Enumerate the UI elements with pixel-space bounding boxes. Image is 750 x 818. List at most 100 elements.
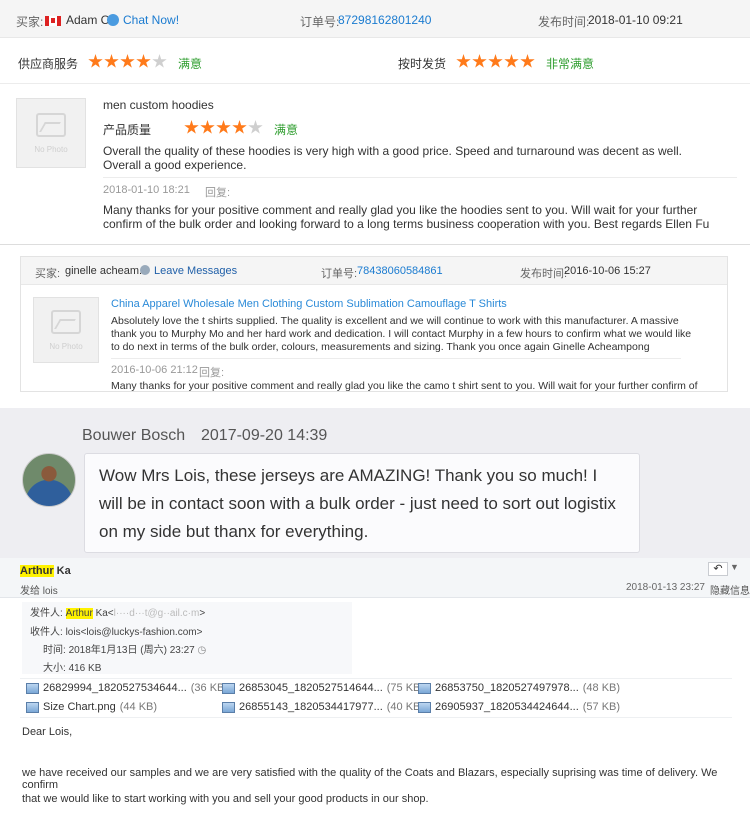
chat-now-link[interactable]: Chat Now! [123, 13, 179, 27]
image-placeholder-icon [36, 112, 66, 137]
review-comment: Overall the quality of these hoodies is … [103, 144, 683, 172]
star-icon [472, 54, 487, 68]
publish-time-label: 发布时间: [520, 268, 568, 280]
from-name: Ka< [92, 608, 114, 619]
quality-rating-stars [184, 120, 264, 135]
quality-rating-text: 满意 [274, 123, 299, 137]
image-file-icon [26, 682, 39, 694]
attachment-item[interactable]: 26853750_1820527497978... (48 KB) [418, 682, 620, 694]
message-bubble: Wow Mrs Lois, these jerseys are AMAZING!… [84, 453, 640, 553]
shipping-rating-text: 非常满意 [546, 57, 595, 71]
image-file-icon [418, 682, 431, 694]
review-comment: Absolutely love the t shirts supplied. T… [111, 315, 692, 353]
attachment-name: 26855143_1820534417977... [239, 701, 383, 713]
message-time: 2017-09-20 14:39 [201, 427, 328, 444]
message-icon[interactable] [140, 265, 150, 275]
image-file-icon [222, 701, 235, 713]
leave-messages-link[interactable]: Leave Messages [154, 265, 237, 277]
attachment-item[interactable]: Size Chart.png (44 KB) [26, 701, 157, 713]
image-file-icon [222, 682, 235, 694]
star-icon [488, 54, 503, 68]
attachment-item[interactable]: 26853045_1820527514644... (75 KB) [222, 682, 424, 694]
buyer-label: 买家: [35, 268, 61, 280]
product-thumbnail[interactable]: No Photo [16, 98, 86, 168]
order-number-link[interactable]: 87298162801240 [338, 13, 431, 27]
canada-flag-icon [45, 16, 61, 26]
order-label: 订单号: [321, 268, 358, 280]
time-field: 时间: 2018年1月13日 (周六) 23:27 ◷ [43, 641, 206, 656]
attachment-name: 26905937_1820534424644... [435, 701, 579, 713]
from-email: l····d···t@g··ail.c·m [113, 608, 200, 619]
hide-info-link[interactable]: 隐藏信息 [710, 582, 750, 597]
product-thumbnail[interactable]: No Photo [33, 297, 99, 363]
dropdown-arrow-icon[interactable]: ▼ [730, 562, 739, 572]
supplier-service-label: 供应商服务 [18, 57, 79, 71]
attachment-name: Size Chart.png [43, 701, 116, 713]
reply-text: Many thanks for your positive comment an… [103, 203, 710, 231]
size-label: 大小: [43, 663, 66, 674]
clock-icon: ◷ [197, 645, 207, 656]
sender-highlight: Arthur [20, 565, 54, 577]
publish-time: 2018-01-10 09:21 [588, 13, 683, 27]
to-value: lois<lois@luckys-fashion.com> [65, 627, 203, 638]
star-icon [200, 120, 215, 134]
order-label: 订单号: [300, 15, 340, 29]
product-name: men custom hoodies [103, 98, 214, 112]
attachment-size: (57 KB) [582, 701, 621, 713]
from-highlight: Arthur [65, 608, 93, 619]
reply-time: 2018-01-10 18:21 [103, 184, 190, 196]
shipping-label: 按时发货 [398, 57, 447, 71]
attachment-name: 26853045_1820527514644... [239, 682, 383, 694]
sender-name: Bouwer Bosch [82, 427, 186, 444]
image-file-icon [26, 701, 39, 713]
from-field: 发件人: Arthur Ka<l····d···t@g··ail.c·m> [30, 604, 205, 619]
from-label: 发件人: [30, 608, 63, 619]
email-body-line-2: that we would like to start working with… [22, 793, 429, 805]
size-field: 大小: 416 KB [43, 659, 101, 674]
time-label: 时间: [43, 645, 66, 656]
star-icon [216, 120, 231, 134]
star-empty-icon [248, 120, 263, 134]
star-empty-icon [152, 54, 167, 68]
image-placeholder-icon [51, 309, 81, 334]
sender-name: Arthur Ka [20, 565, 71, 577]
star-icon [104, 54, 119, 68]
attachment-name: 26853750_1820527497978... [435, 682, 579, 694]
order-number-link[interactable]: 78438060584861 [357, 265, 443, 277]
reply-button[interactable]: ↶ [708, 562, 728, 576]
product-link[interactable]: China Apparel Wholesale Men Clothing Cus… [111, 298, 507, 310]
sender-last: Ka [53, 565, 71, 577]
chat-icon[interactable] [107, 14, 119, 26]
email-greeting: Dear Lois, [22, 726, 73, 738]
quality-label: 产品质量 [103, 123, 152, 137]
attachment-size: (48 KB) [582, 682, 621, 694]
no-photo-label: No Photo [34, 144, 68, 154]
from-end: > [199, 608, 206, 619]
supplier-rating-stars [88, 54, 168, 69]
star-icon [120, 54, 135, 68]
no-photo-label: No Photo [49, 341, 83, 351]
attachment-item[interactable]: 26829994_1820527534644... (36 KB) [26, 682, 228, 694]
time-value: 2018年1月13日 (周六) 23:27 [68, 645, 195, 656]
star-icon [456, 54, 471, 68]
shipping-rating-stars [456, 54, 536, 69]
buyer-name[interactable]: Adam C [66, 13, 109, 27]
reply-text: Many thanks for your positive comment an… [111, 380, 698, 392]
star-icon [504, 54, 519, 68]
divider [103, 177, 737, 178]
reply-label: 回复: [205, 187, 231, 199]
email-view: Arthur Ka 发给 lois ↶ ▼ 2018-01-13 23:27 隐… [0, 558, 750, 818]
size-value: 416 KB [68, 663, 102, 674]
review-card-1: 买家: Adam C Chat Now! 订单号: 87298162801240… [0, 0, 750, 245]
buyer-name[interactable]: ginelle acheam... [65, 265, 148, 277]
image-file-icon [418, 701, 431, 713]
attachment-size: (44 KB) [119, 701, 158, 713]
avatar[interactable] [22, 453, 76, 507]
reply-time: 2016-10-06 21:12 [111, 364, 198, 376]
to-label: 收件人: [30, 627, 63, 638]
attachment-item[interactable]: 26855143_1820534417977... (40 KB) [222, 701, 424, 713]
divider [0, 83, 750, 84]
chat-message-card: Bouwer Bosch 2017-09-20 14:39 Wow Mrs Lo… [0, 408, 750, 558]
attachment-item[interactable]: 26905937_1820534424644... (57 KB) [418, 701, 620, 713]
publish-time-label: 发布时间: [538, 15, 590, 29]
